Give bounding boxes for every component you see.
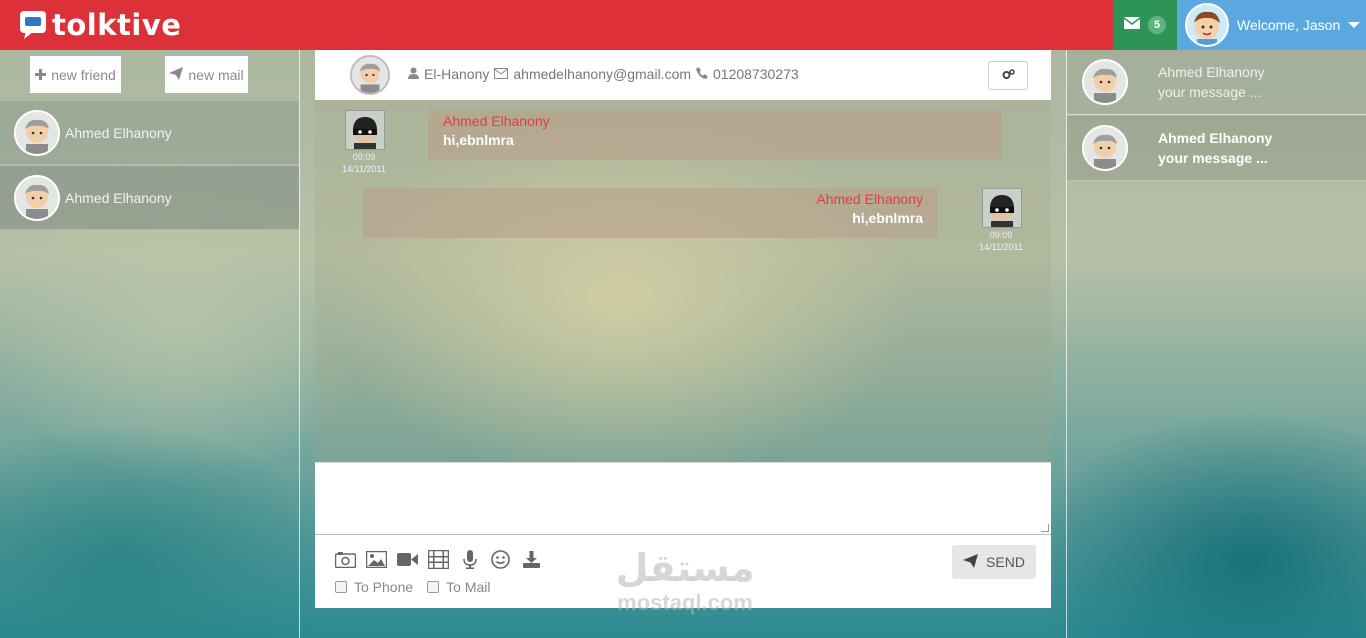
checkbox[interactable]	[335, 581, 347, 593]
to-mail-checkbox[interactable]: To Mail	[427, 579, 491, 595]
camera-icon[interactable]	[335, 550, 356, 569]
welcome-text: Welcome, Jason	[1237, 17, 1341, 33]
logo-text: tolktive	[52, 8, 182, 42]
mail-notifications-button[interactable]: 5	[1113, 0, 1177, 50]
paper-plane-icon	[169, 66, 184, 83]
contact-email: ahmedelhanony@gmail.com	[513, 66, 692, 82]
watermark: مستقل mostaql.com	[615, 546, 755, 615]
avatar	[14, 174, 60, 221]
conversation-preview: your message ...	[1158, 84, 1262, 100]
chat-header: El-Hanony ahmedelhanony@gmail.com 012087…	[315, 50, 1051, 100]
resize-handle[interactable]	[1041, 524, 1049, 532]
avatar	[1082, 125, 1128, 171]
chat-settings-button[interactable]	[988, 61, 1028, 90]
phone-icon	[696, 66, 709, 82]
message-bubble: Ahmed Elhanony hi,ebnlmra	[428, 110, 1002, 160]
contact-name: El-Hanony	[424, 66, 490, 82]
friend-name: Ahmed Elhanony	[65, 124, 172, 141]
contact-phone: 01208730273	[713, 66, 799, 82]
conversation-name: Ahmed Elhanony	[1158, 64, 1265, 80]
user-avatar	[1185, 3, 1229, 47]
chevron-down-icon[interactable]	[1348, 22, 1361, 28]
download-icon[interactable]	[521, 550, 542, 569]
conversation-item[interactable]: Ahmed Elhanony your message ...	[1067, 116, 1366, 181]
message-sender: Ahmed Elhanony	[816, 191, 923, 207]
video-icon[interactable]	[397, 550, 418, 569]
message-bubble: Ahmed Elhanony hi,ebnlmra	[363, 188, 938, 238]
smiley-icon[interactable]	[490, 550, 511, 569]
new-friend-button[interactable]: new friend	[30, 56, 121, 93]
avatar	[1082, 59, 1128, 105]
message-avatar	[345, 110, 385, 150]
conversations-panel: Ahmed Elhanony your message ... Ahmed El…	[1066, 50, 1366, 638]
conversation-preview: your message ...	[1158, 150, 1268, 166]
message-textarea[interactable]	[315, 463, 1051, 534]
send-button[interactable]: SEND	[952, 545, 1036, 579]
film-icon[interactable]	[428, 550, 449, 569]
message-text: hi,ebnlmra	[443, 132, 514, 148]
paper-plane-icon	[963, 553, 979, 571]
to-phone-checkbox[interactable]: To Phone	[335, 579, 413, 595]
message-time: 09:09 14/11/2011	[979, 230, 1023, 252]
app-logo[interactable]: tolktive	[18, 7, 181, 43]
to-mail-label: To Mail	[446, 579, 491, 595]
top-bar: tolktive 5 Welcome, Jason	[0, 0, 1366, 50]
friend-list-item[interactable]: Ahmed Elhanony	[0, 101, 299, 165]
gears-icon	[1002, 67, 1015, 85]
send-label: SEND	[986, 554, 1025, 570]
friends-panel: new friend new mail Ahmed Elhanony Ahmed…	[0, 50, 300, 638]
avatar	[14, 109, 60, 156]
plus-icon	[35, 67, 47, 83]
checkbox[interactable]	[427, 581, 440, 593]
envelope-icon	[494, 66, 509, 82]
message-sender: Ahmed Elhanony	[443, 113, 550, 129]
user-menu[interactable]: Welcome, Jason	[1177, 0, 1366, 50]
microphone-icon[interactable]	[459, 550, 480, 569]
chat-bubble-icon	[18, 9, 50, 41]
new-mail-button[interactable]: new mail	[165, 56, 248, 93]
user-icon	[408, 66, 419, 82]
attachment-tools	[335, 550, 542, 569]
message-time: 09:09 14/11/2011	[342, 152, 386, 174]
conversation-name: Ahmed Elhanony	[1158, 130, 1273, 146]
image-icon[interactable]	[366, 550, 387, 569]
friend-name: Ahmed Elhanony	[65, 189, 172, 206]
message-avatar	[982, 188, 1022, 228]
mail-count-badge: 5	[1148, 16, 1166, 34]
conversation-item[interactable]: Ahmed Elhanony your message ...	[1067, 50, 1366, 115]
contact-avatar	[350, 55, 390, 95]
message-input[interactable]	[315, 462, 1051, 535]
envelope-icon	[1123, 16, 1141, 34]
contact-info: El-Hanony ahmedelhanony@gmail.com 012087…	[408, 66, 799, 82]
message-area: 09:09 14/11/2011 Ahmed Elhanony hi,ebnlm…	[315, 100, 1051, 462]
message-text: hi,ebnlmra	[852, 210, 923, 226]
new-mail-label: new mail	[188, 66, 244, 83]
delivery-options: To Phone To Mail	[335, 579, 491, 595]
to-phone-label: To Phone	[354, 579, 414, 595]
new-friend-label: new friend	[51, 66, 116, 83]
friend-list-item[interactable]: Ahmed Elhanony	[0, 166, 299, 230]
